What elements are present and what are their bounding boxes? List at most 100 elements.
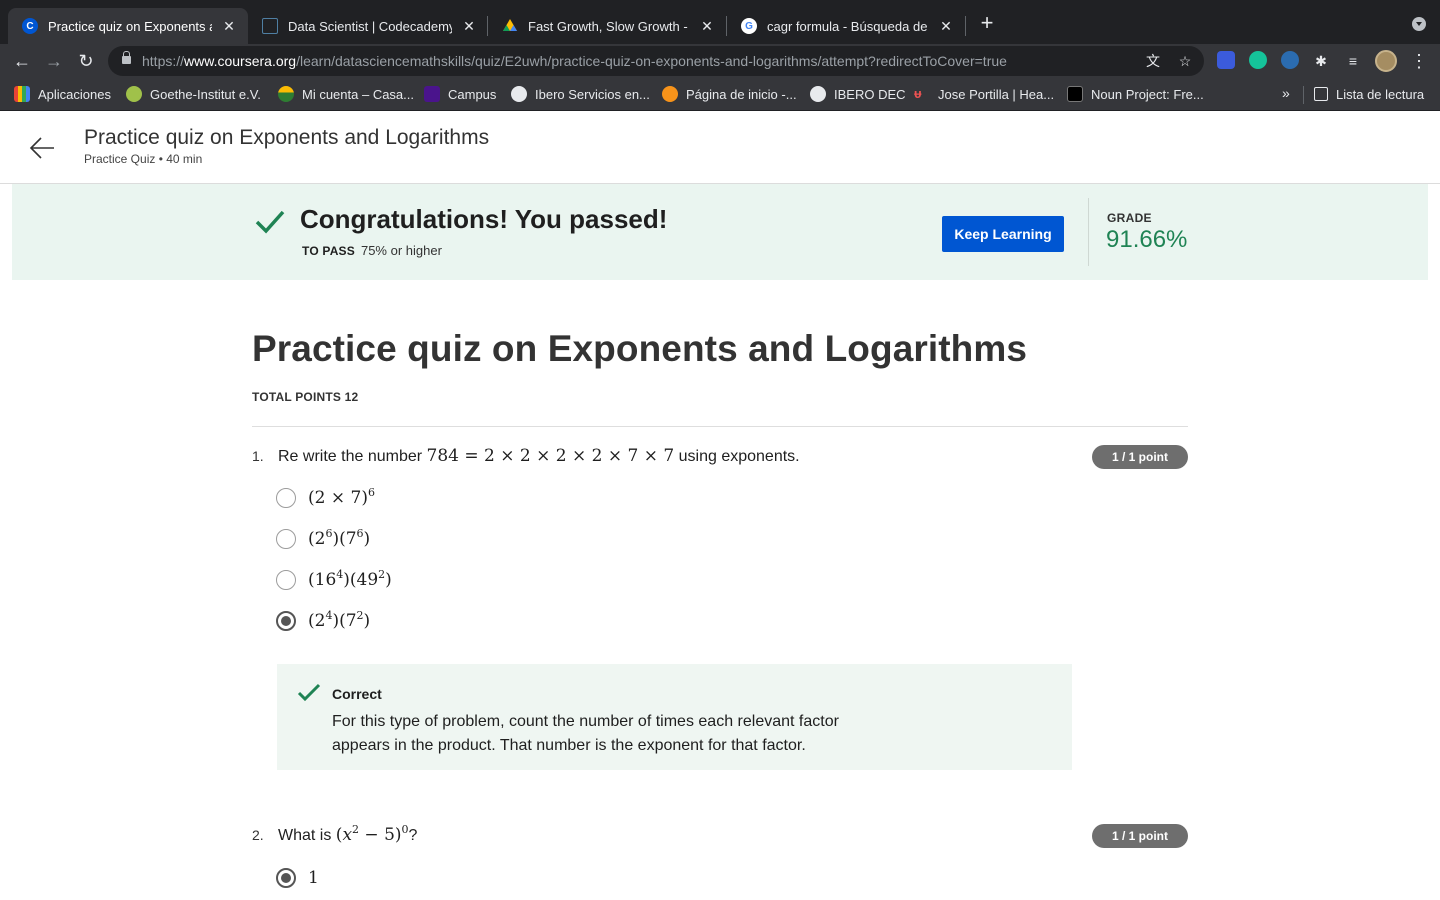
extension-icon[interactable]: [1217, 51, 1235, 69]
more-bookmarks-button[interactable]: »: [1282, 85, 1290, 101]
campus-icon: [424, 86, 440, 102]
feedback-text: For this type of problem, count the numb…: [332, 713, 839, 754]
radio-button[interactable]: [276, 570, 296, 590]
page-title: Practice quiz on Exponents and Logarithm…: [84, 126, 490, 149]
grammarly-icon[interactable]: [1249, 51, 1267, 69]
tab-coursera-quiz[interactable]: C Practice quiz on Exponents and Logarit…: [8, 8, 248, 44]
bookmark-label: Goethe-Institut e.V.: [150, 86, 261, 102]
option-label: (24)(72): [308, 609, 371, 631]
total-points: TOTAL POINTS 12: [252, 390, 359, 404]
browser-menu-icon[interactable]: ⋮: [1410, 50, 1428, 72]
bitcoin-icon: [662, 86, 678, 102]
translate-icon[interactable]: 文: [1145, 53, 1161, 69]
option-label: 1: [308, 868, 319, 888]
grade-value: 91.66%: [1106, 226, 1188, 253]
bookmark-label: Campus: [448, 86, 497, 102]
react-devtools-icon[interactable]: [1281, 51, 1299, 69]
close-tab-icon[interactable]: ✕: [460, 18, 478, 35]
banner-divider: [1088, 198, 1089, 266]
page-subtitle: Practice Quiz • 40 min: [84, 152, 203, 166]
close-tab-icon[interactable]: ✕: [937, 18, 955, 35]
back-button[interactable]: ←: [10, 49, 34, 73]
bookmark-star-icon[interactable]: ☆: [1177, 53, 1193, 69]
tab-google-search[interactable]: G cagr formula - Búsqueda de Google ✕: [727, 8, 965, 44]
tab-title: Data Scientist | Codecademy: [288, 18, 452, 34]
profile-avatar[interactable]: [1375, 50, 1397, 72]
answer-option[interactable]: (2 × 7)6: [276, 486, 375, 510]
passed-title: Congratulations! You passed!: [300, 204, 668, 234]
points-badge: 1 / 1 point: [1092, 445, 1188, 469]
bookmark-pagina-inicio[interactable]: Página de inicio -...: [662, 85, 797, 103]
tab-search-icon[interactable]: [1412, 17, 1426, 31]
bookmark-mi-cuenta[interactable]: Mi cuenta – Casa...: [278, 85, 414, 103]
url-text[interactable]: https://www.coursera.org/learn/datascien…: [142, 53, 1007, 69]
passed-banner: Congratulations! You passed! TO PASS 75% …: [12, 184, 1428, 280]
option-label: (26)(76): [308, 527, 371, 549]
answer-option[interactable]: (164)(492): [276, 568, 392, 592]
feedback-correct: Correct For this type of problem, count …: [277, 664, 1072, 770]
points-badge: 1 / 1 point: [1092, 824, 1188, 848]
close-tab-icon[interactable]: ✕: [220, 18, 238, 35]
bookmarks-divider: [1303, 86, 1304, 104]
tab-google-drive[interactable]: Fast Growth, Slow Growth - Google Drive …: [488, 8, 726, 44]
feedback-title: Correct: [332, 686, 382, 702]
apps-grid-icon: [14, 86, 30, 102]
bookmark-goethe[interactable]: Goethe-Institut e.V.: [126, 85, 261, 103]
bookmark-noun-project[interactable]: Noun Project: Fre...: [1067, 85, 1204, 103]
radio-button-selected[interactable]: [276, 611, 296, 631]
bookmark-ibero-dec[interactable]: IBERO DEC: [810, 85, 906, 103]
noun-project-icon: [1067, 86, 1083, 102]
bookmark-jose-portilla[interactable]: ᵾ Jose Portilla | Hea...: [914, 85, 1054, 103]
new-tab-button[interactable]: +: [976, 12, 998, 35]
reload-button[interactable]: ↻: [74, 49, 98, 73]
coursera-icon: C: [22, 18, 38, 34]
bookmark-aplicaciones[interactable]: Aplicaciones: [14, 85, 111, 103]
globe-icon: [810, 86, 826, 102]
bookmarks-bar: Aplicaciones Goethe-Institut e.V. Mi cue…: [0, 78, 1440, 111]
tab-title: Fast Growth, Slow Growth - Google Drive: [528, 18, 690, 34]
radio-button-selected[interactable]: [276, 868, 296, 888]
bookmark-campus[interactable]: Campus: [424, 85, 496, 103]
question-text: Re write the number 784 = 2 × 2 × 2 × 2 …: [278, 446, 800, 466]
reading-list-label: Lista de lectura: [1336, 86, 1425, 102]
codecademy-icon: [262, 18, 278, 34]
bookmark-ibero-servicios[interactable]: Ibero Servicios en...: [511, 85, 650, 103]
tab-title: Practice quiz on Exponents and Logarithm…: [48, 18, 212, 34]
option-label: (164)(492): [308, 568, 392, 590]
keep-learning-button[interactable]: Keep Learning: [942, 216, 1064, 252]
drive-icon: [502, 18, 518, 34]
google-icon: G: [741, 18, 757, 34]
bookmark-label: Aplicaciones: [38, 86, 111, 102]
page-header: Practice quiz on Exponents and Logarithm…: [0, 111, 1440, 184]
answer-option-selected[interactable]: 1: [276, 866, 319, 890]
question-text: What is (x2 − 5)0?: [278, 823, 418, 845]
globe-icon: [511, 86, 527, 102]
address-bar[interactable]: https://www.coursera.org/learn/datascien…: [108, 46, 1204, 76]
tab-separator: [965, 16, 966, 36]
browser-tab-strip: C Practice quiz on Exponents and Logarit…: [0, 0, 1440, 44]
close-tab-icon[interactable]: ✕: [698, 18, 716, 35]
back-arrow-icon[interactable]: [28, 136, 56, 160]
answer-option[interactable]: (26)(76): [276, 527, 370, 551]
reading-list-button[interactable]: Lista de lectura: [1314, 85, 1424, 103]
browser-toolbar: ← → ↻ https://www.coursera.org/learn/dat…: [0, 44, 1440, 78]
radio-button[interactable]: [276, 529, 296, 549]
radio-button[interactable]: [276, 488, 296, 508]
casa-icon: [278, 86, 294, 102]
question-number: 2.: [252, 827, 264, 843]
bookmark-label: Mi cuenta – Casa...: [302, 86, 414, 102]
puzzle-extensions-icon[interactable]: ✱: [1313, 53, 1329, 69]
bookmark-label: Ibero Servicios en...: [535, 86, 650, 102]
pass-requirement: TO PASS 75% or higher: [302, 243, 442, 258]
media-queue-icon[interactable]: ≡: [1345, 53, 1361, 69]
question-math: (x2 − 5)0: [335, 823, 409, 845]
bookmark-label: Jose Portilla | Hea...: [938, 86, 1055, 102]
reading-list-icon: [1314, 87, 1328, 101]
bookmark-label: IBERO DEC: [834, 86, 906, 102]
forward-button[interactable]: →: [42, 49, 66, 73]
check-icon: [297, 683, 321, 702]
option-label: (2 × 7)6: [308, 486, 375, 508]
tab-codecademy[interactable]: Data Scientist | Codecademy ✕: [248, 8, 488, 44]
answer-option-selected[interactable]: (24)(72): [276, 609, 370, 633]
check-icon: [255, 210, 285, 234]
